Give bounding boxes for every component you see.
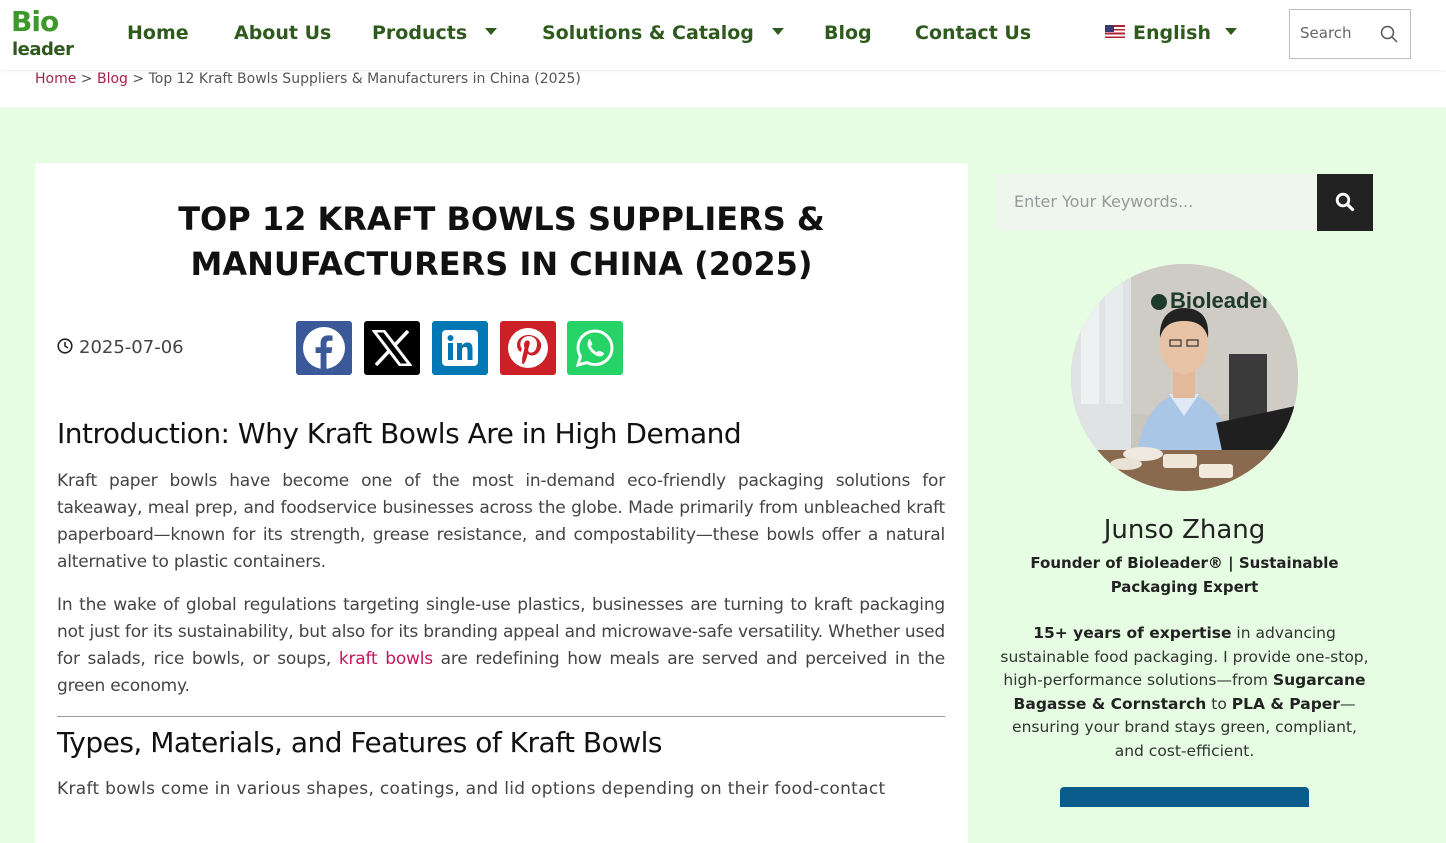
author-role-line1: Founder of Bioleader® | Sustainable — [1030, 554, 1339, 572]
keyword-search-input[interactable] — [1014, 192, 1304, 211]
section-divider — [57, 716, 945, 717]
chevron-down-icon — [771, 28, 784, 35]
whatsapp-icon — [575, 329, 614, 368]
facebook-icon — [303, 327, 345, 369]
author-photo-image: Bioleader — [1071, 264, 1298, 491]
chevron-down-icon — [1224, 28, 1237, 35]
sidebar-cta-button[interactable] — [1060, 787, 1309, 807]
logo-text-top: Bio — [11, 5, 59, 38]
sidebar-search — [996, 174, 1318, 231]
section-heading-types: Types, Materials, and Features of Kraft … — [57, 726, 662, 759]
share-pinterest-button[interactable] — [500, 321, 556, 375]
nav-about-label: About Us — [234, 22, 332, 44]
linkedin-icon — [442, 330, 478, 366]
language-selector[interactable]: English — [1105, 22, 1237, 44]
site-logo[interactable]: Bio leader — [11, 5, 75, 61]
clock-icon — [57, 338, 73, 354]
nav-products-label: Products — [372, 22, 468, 44]
breadcrumb-home[interactable]: Home — [35, 71, 76, 87]
breadcrumb-separator: > — [132, 71, 145, 87]
article-title-line1: TOP 12 KRAFT BOWLS SUPPLIERS & — [178, 200, 825, 238]
kraft-bowls-link[interactable]: kraft bowls — [339, 649, 433, 669]
publish-date-value: 2025-07-06 — [79, 337, 184, 358]
header-search — [1289, 9, 1411, 59]
author-role-line2: Packaging Expert — [1110, 578, 1259, 596]
header-search-input[interactable] — [1300, 24, 1375, 42]
publish-date: 2025-07-06 — [57, 337, 184, 358]
share-whatsapp-button[interactable] — [567, 321, 623, 375]
author-photo: Bioleader — [1071, 264, 1298, 491]
nav-blog-label: Blog — [824, 22, 872, 44]
breadcrumb-separator: > — [80, 71, 93, 87]
site-header: Bio leader Home About Us Products Soluti… — [0, 0, 1446, 70]
bio-highlight: 15+ years of expertise — [1033, 624, 1232, 642]
paragraph-types-1: Kraft bowls come in various shapes, coat… — [57, 779, 886, 799]
language-label: English — [1133, 22, 1211, 44]
bio-highlight: PLA & Paper — [1231, 694, 1340, 713]
search-icon — [1335, 192, 1355, 212]
breadcrumb: Home > Blog > Top 12 Kraft Bowls Supplie… — [0, 70, 1446, 107]
nav-products[interactable]: Products — [372, 22, 498, 44]
author-name: Junso Zhang — [1103, 515, 1266, 545]
nav-home[interactable]: Home — [127, 22, 189, 44]
share-x-button[interactable] — [364, 321, 420, 375]
pinterest-icon — [508, 328, 548, 368]
article-title-line2: MANUFACTURERS IN CHINA (2025) — [190, 245, 813, 283]
nav-blog[interactable]: Blog — [824, 22, 872, 44]
us-flag-icon — [1105, 25, 1125, 38]
share-linkedin-button[interactable] — [432, 321, 488, 375]
breadcrumb-blog[interactable]: Blog — [97, 71, 128, 87]
search-icon[interactable] — [1380, 25, 1398, 43]
nav-contact[interactable]: Contact Us — [915, 22, 1031, 44]
nav-contact-label: Contact Us — [915, 22, 1032, 44]
bio-text: to — [1206, 694, 1232, 713]
sidebar-search-button[interactable] — [1317, 174, 1373, 231]
logo-text-bottom: leader — [12, 39, 74, 60]
section-heading-intro: Introduction: Why Kraft Bowls Are in Hig… — [57, 417, 742, 450]
share-facebook-button[interactable] — [296, 321, 352, 375]
article-title: TOP 12 KRAFT BOWLS SUPPLIERS & MANUFACTU… — [0, 197, 1003, 287]
nav-home-label: Home — [127, 22, 189, 44]
nav-solutions[interactable]: Solutions & Catalog — [542, 22, 784, 44]
x-icon — [372, 330, 412, 366]
breadcrumb-current: Top 12 Kraft Bowls Suppliers & Manufactu… — [148, 71, 581, 87]
author-bio: 15+ years of expertise in advancing sust… — [996, 622, 1373, 763]
author-role: Founder of Bioleader® | Sustainable Pack… — [996, 551, 1373, 599]
paragraph-intro-2: In the wake of global regulations target… — [57, 592, 945, 700]
paragraph-intro-1: Kraft paper bowls have become one of the… — [57, 471, 945, 572]
nav-about[interactable]: About Us — [234, 22, 331, 44]
nav-solutions-label: Solutions & Catalog — [542, 22, 754, 44]
chevron-down-icon — [485, 28, 498, 35]
photo-sign-text: Bioleader — [1170, 288, 1271, 313]
